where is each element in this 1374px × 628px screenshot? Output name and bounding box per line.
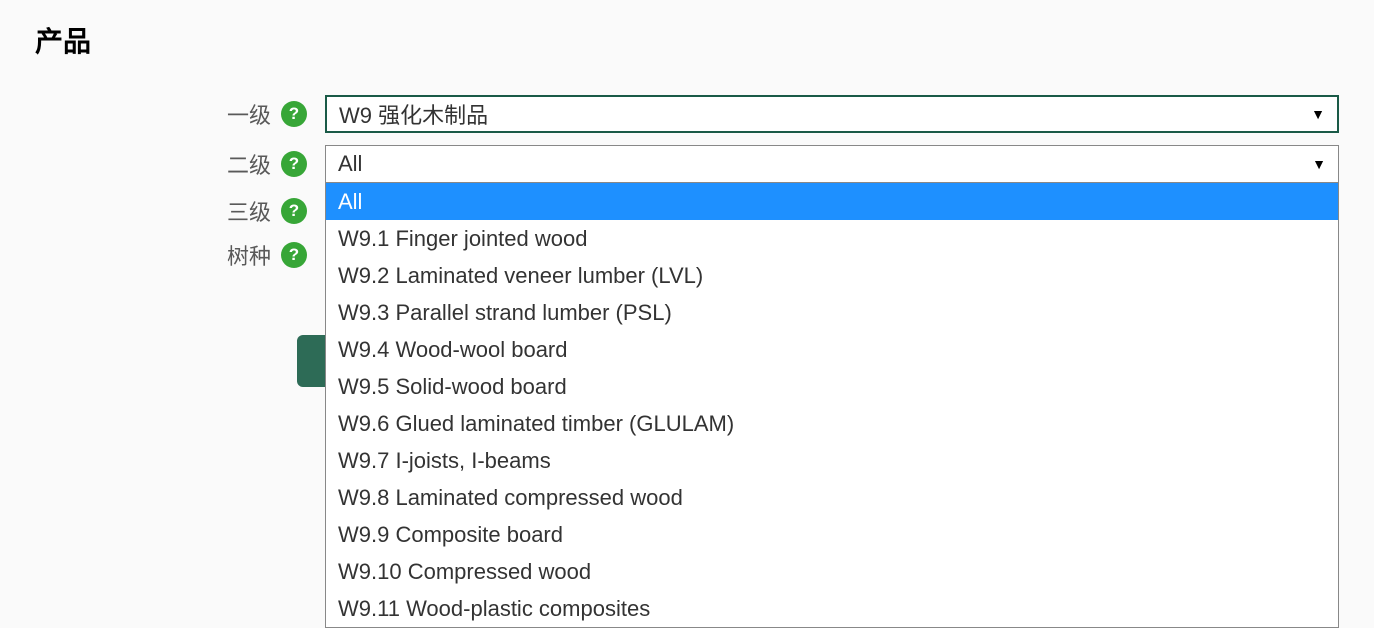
dropdown-option[interactable]: W9.8 Laminated compressed wood (326, 479, 1338, 516)
label-area-level1: 一级 ? (35, 98, 325, 130)
select-level2-value: All (338, 151, 362, 177)
select-wrap-level1: W9 强化木制品 (325, 95, 1339, 133)
select-level2[interactable]: All (325, 145, 1339, 183)
dropdown-option[interactable]: W9.1 Finger jointed wood (326, 220, 1338, 257)
select-wrap-level2: All AllW9.1 Finger jointed woodW9.2 Lami… (325, 145, 1339, 183)
dropdown-option[interactable]: All (326, 183, 1338, 220)
select-level1[interactable]: W9 强化木制品 (325, 95, 1339, 133)
page-title: 产品 (35, 20, 1339, 60)
dropdown-option[interactable]: W9.7 I-joists, I-beams (326, 442, 1338, 479)
label-area-species: 树种 ? (35, 239, 325, 271)
help-icon[interactable]: ? (281, 101, 307, 127)
label-species: 树种 (227, 239, 271, 271)
row-level1: 一级 ? W9 强化木制品 (35, 95, 1339, 133)
dropdown-option[interactable]: W9.6 Glued laminated timber (GLULAM) (326, 405, 1338, 442)
dropdown-option[interactable]: W9.2 Laminated veneer lumber (LVL) (326, 257, 1338, 294)
dropdown-option[interactable]: W9.9 Composite board (326, 516, 1338, 553)
help-icon[interactable]: ? (281, 242, 307, 268)
dropdown-option[interactable]: W9.10 Compressed wood (326, 553, 1338, 590)
help-icon[interactable]: ? (281, 151, 307, 177)
label-level1: 一级 (227, 98, 271, 130)
label-level3: 三级 (227, 195, 271, 227)
label-area-level3: 三级 ? (35, 195, 325, 227)
row-level2: 二级 ? All AllW9.1 Finger jointed woodW9.2… (35, 145, 1339, 183)
select-level1-value: W9 强化木制品 (339, 98, 488, 130)
label-area-level2: 二级 ? (35, 148, 325, 180)
dropdown-option[interactable]: W9.4 Wood-wool board (326, 331, 1338, 368)
dropdown-option[interactable]: W9.11 Wood-plastic composites (326, 590, 1338, 627)
dropdown-level2: AllW9.1 Finger jointed woodW9.2 Laminate… (325, 183, 1339, 628)
label-level2: 二级 (227, 148, 271, 180)
help-icon[interactable]: ? (281, 198, 307, 224)
dropdown-option[interactable]: W9.3 Parallel strand lumber (PSL) (326, 294, 1338, 331)
dropdown-option[interactable]: W9.5 Solid-wood board (326, 368, 1338, 405)
